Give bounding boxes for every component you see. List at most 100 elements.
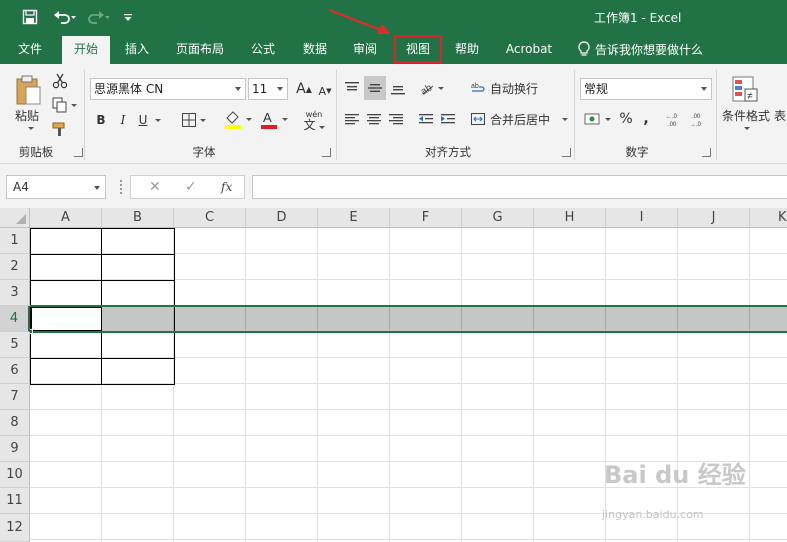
column-header-i[interactable]: I bbox=[606, 208, 678, 228]
align-right-icon[interactable] bbox=[386, 108, 406, 130]
row-header-5[interactable]: 5 bbox=[0, 332, 30, 358]
font-group-label: 字体 bbox=[192, 145, 216, 159]
borders-icon[interactable] bbox=[176, 110, 210, 130]
tab-acrobat[interactable]: Acrobat bbox=[500, 34, 558, 64]
formula-input[interactable] bbox=[252, 175, 787, 199]
redo-icon[interactable] bbox=[84, 0, 114, 34]
align-bottom-icon[interactable] bbox=[388, 76, 408, 100]
row-header-6[interactable]: 6 bbox=[0, 358, 30, 384]
row-header-2[interactable]: 2 bbox=[0, 254, 30, 280]
font-launcher-icon[interactable] bbox=[322, 148, 331, 157]
formula-tools: ✕ ✓ fx bbox=[130, 175, 245, 199]
cancel-icon[interactable]: ✕ bbox=[149, 179, 161, 195]
title-bar: 工作簿1 - Excel bbox=[0, 0, 787, 36]
font-color-icon[interactable]: A bbox=[256, 108, 290, 130]
column-header-b[interactable]: B bbox=[102, 208, 174, 228]
tab-help[interactable]: 帮助 bbox=[448, 34, 486, 64]
insert-function-icon[interactable]: fx bbox=[221, 180, 232, 194]
font-name-select[interactable]: 思源黑体 CN bbox=[90, 78, 246, 100]
tab-file[interactable]: 文件 bbox=[8, 34, 52, 64]
row-header-8[interactable]: 8 bbox=[0, 410, 30, 436]
align-left-icon[interactable] bbox=[342, 108, 362, 130]
baidu-watermark-url: jingyan.baidu.com bbox=[602, 508, 704, 521]
formula-bar: A4 ✕ ✓ fx bbox=[0, 164, 787, 208]
cut-icon[interactable] bbox=[50, 72, 70, 90]
fill-color-icon[interactable] bbox=[220, 108, 254, 130]
align-center-icon[interactable] bbox=[364, 108, 384, 130]
format-painter-icon[interactable] bbox=[50, 120, 70, 138]
decrease-decimal-icon[interactable]: .00 →.0 bbox=[688, 108, 710, 130]
increase-decimal-icon[interactable]: ←.0.00 bbox=[664, 108, 686, 130]
row-header-1[interactable]: 1 bbox=[0, 228, 30, 254]
alignment-launcher-icon[interactable] bbox=[562, 148, 571, 157]
decrease-font-button[interactable]: A ▼ bbox=[316, 80, 334, 102]
row-header-7[interactable]: 7 bbox=[0, 384, 30, 410]
row-header-12[interactable]: 12 bbox=[0, 514, 30, 542]
conditional-format-button[interactable]: 条件格式 bbox=[720, 108, 772, 123]
svg-text:ab: ab bbox=[471, 83, 479, 90]
orientation-icon[interactable]: ab bbox=[416, 76, 446, 100]
decrease-indent-icon[interactable] bbox=[416, 108, 436, 130]
column-header-k[interactable]: K bbox=[750, 208, 787, 228]
svg-text:A: A bbox=[263, 110, 272, 125]
font-size-select[interactable]: 11 bbox=[248, 78, 288, 100]
number-group-label: 数字 bbox=[625, 145, 649, 159]
underline-button[interactable]: U bbox=[136, 110, 150, 130]
name-box[interactable]: A4 bbox=[6, 175, 106, 199]
align-top-icon[interactable] bbox=[342, 76, 362, 100]
undo-icon[interactable] bbox=[50, 0, 80, 34]
paste-button[interactable]: 粘贴 bbox=[10, 108, 44, 123]
format-as-table-button[interactable]: 表 bbox=[774, 108, 787, 123]
conditional-format-icon[interactable]: ≠ bbox=[728, 72, 762, 108]
merge-center-button[interactable]: 合并后居中 bbox=[470, 108, 570, 130]
underline-dropdown[interactable] bbox=[150, 110, 162, 130]
row-header-4[interactable]: 4 bbox=[0, 306, 30, 332]
increase-font-button[interactable]: A ▲ bbox=[294, 78, 314, 100]
percent-style-button[interactable]: % bbox=[616, 108, 636, 130]
italic-button[interactable]: I bbox=[114, 110, 132, 130]
column-header-a[interactable]: A bbox=[30, 208, 102, 228]
merge-center-label: 合并后居中 bbox=[490, 112, 551, 127]
tell-me-search[interactable]: 告诉我你想要做什么 bbox=[578, 34, 703, 64]
row-header-10[interactable]: 10 bbox=[0, 462, 30, 488]
paste-dropdown[interactable] bbox=[24, 124, 34, 132]
paste-icon[interactable] bbox=[8, 72, 48, 108]
column-header-d[interactable]: D bbox=[246, 208, 318, 228]
tab-home[interactable]: 开始 bbox=[62, 36, 110, 64]
column-header-f[interactable]: F bbox=[390, 208, 462, 228]
column-header-g[interactable]: G bbox=[462, 208, 534, 228]
bordered-range-hline bbox=[30, 254, 175, 255]
tab-review[interactable]: 审阅 bbox=[346, 34, 384, 64]
column-header-e[interactable]: E bbox=[318, 208, 390, 228]
select-all-button[interactable] bbox=[0, 208, 30, 228]
ribbon-home: 粘贴 剪贴板 思源黑体 CN 11 A ▲ A ▼ B I U A wén 文 字体 … bbox=[0, 64, 787, 164]
tab-formulas[interactable]: 公式 bbox=[244, 34, 282, 64]
group-divider bbox=[716, 70, 717, 160]
tab-data[interactable]: 数据 bbox=[296, 34, 334, 64]
save-icon[interactable] bbox=[18, 0, 42, 34]
comma-style-button[interactable]: , bbox=[638, 108, 654, 130]
tab-page-layout[interactable]: 页面布局 bbox=[170, 34, 230, 64]
wrap-text-button[interactable]: ab 自动换行 bbox=[470, 76, 544, 100]
increase-indent-icon[interactable] bbox=[438, 108, 458, 130]
row-header-9[interactable]: 9 bbox=[0, 436, 30, 462]
column-header-h[interactable]: H bbox=[534, 208, 606, 228]
phonetic-guide-button[interactable]: wén 文 bbox=[298, 108, 330, 132]
column-header-j[interactable]: J bbox=[678, 208, 750, 228]
clipboard-launcher-icon[interactable] bbox=[74, 148, 83, 157]
row-header-3[interactable]: 3 bbox=[0, 280, 30, 306]
row-header-11[interactable]: 11 bbox=[0, 488, 30, 514]
bold-button[interactable]: B bbox=[92, 110, 110, 130]
customize-qat-icon[interactable] bbox=[120, 0, 136, 34]
tab-insert[interactable]: 插入 bbox=[116, 34, 158, 64]
conditional-format-dropdown[interactable] bbox=[740, 124, 750, 132]
copy-icon[interactable] bbox=[50, 96, 78, 114]
number-launcher-icon[interactable] bbox=[702, 148, 711, 157]
accounting-format-icon[interactable] bbox=[580, 108, 614, 130]
tab-view[interactable]: 视图 bbox=[393, 34, 443, 64]
number-format-select[interactable]: 常规 bbox=[580, 78, 712, 100]
enter-icon[interactable]: ✓ bbox=[185, 179, 197, 195]
align-middle-icon[interactable] bbox=[364, 76, 386, 100]
column-header-c[interactable]: C bbox=[174, 208, 246, 228]
baidu-watermark: Bai du 经验 bbox=[604, 461, 746, 489]
